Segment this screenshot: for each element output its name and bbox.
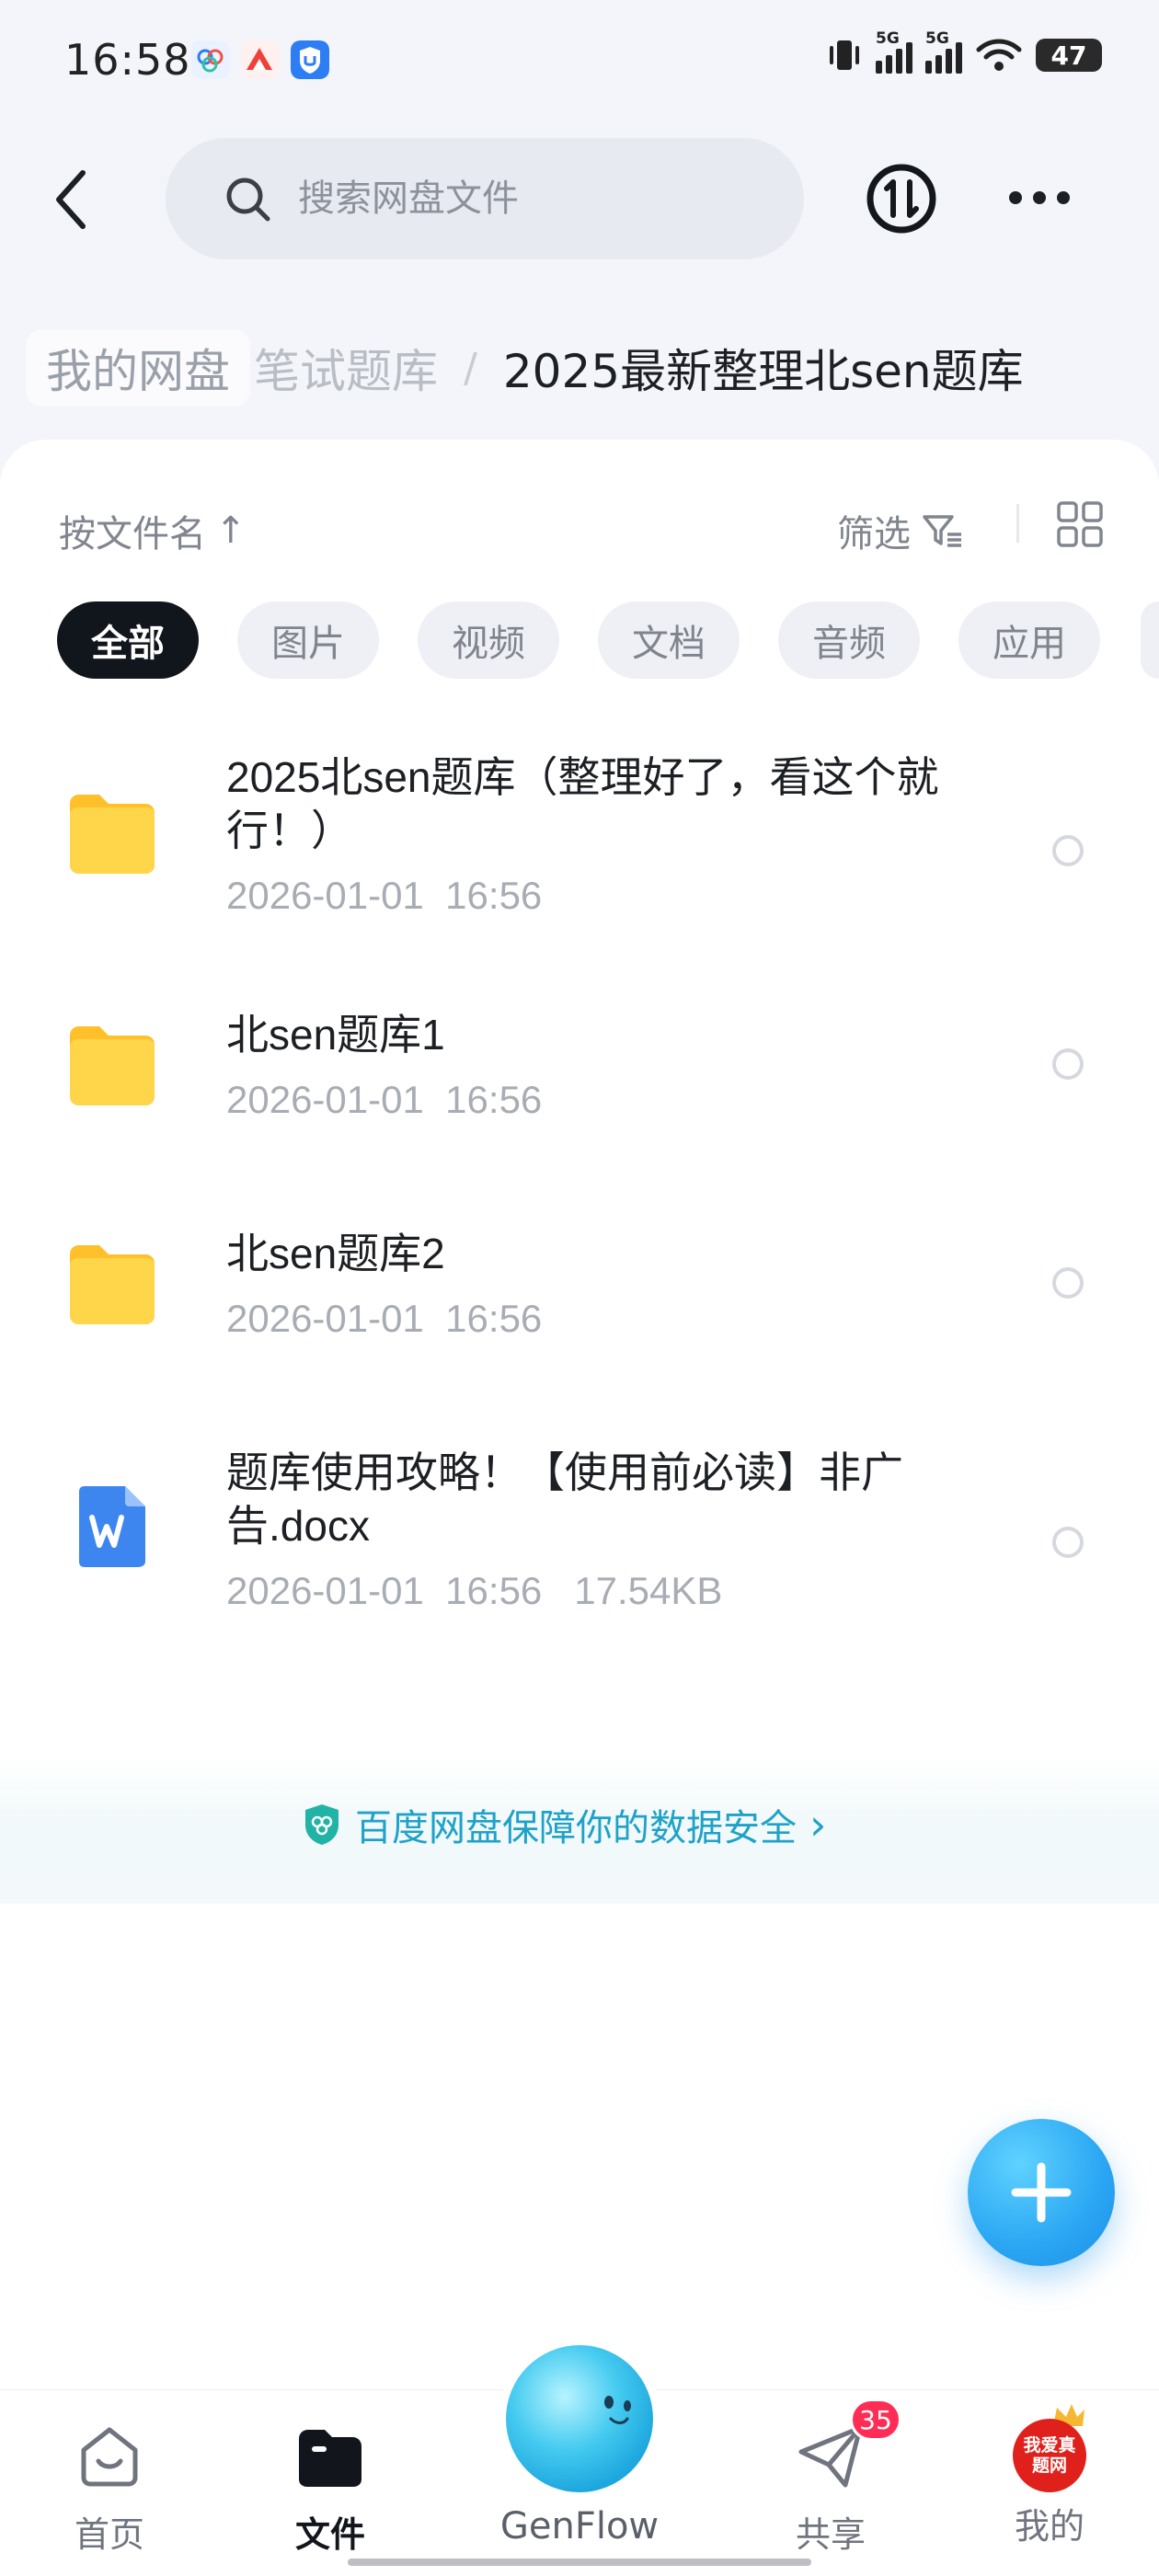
genflow-mascot-icon[interactable] <box>497 2327 662 2492</box>
nav-mine[interactable]: 我爱真题网 我的 <box>981 2404 1119 2548</box>
file-meta: 2026-01-01 16:56 <box>226 874 543 917</box>
file-folder-icon <box>299 2430 361 2487</box>
file-meta: 2026-01-01 16:56 17.54KB <box>226 1569 723 1612</box>
toolbar-divider <box>1016 504 1019 543</box>
avatar-text: 我爱真题网 <box>1013 2419 1086 2492</box>
breadcrumb-root[interactable]: 我的网盘 <box>26 329 250 406</box>
wifi-icon <box>976 39 1022 71</box>
chip-documents[interactable]: 文档 <box>598 601 740 679</box>
filter-button[interactable]: 筛选 <box>837 504 964 557</box>
select-radio[interactable] <box>1052 1048 1084 1080</box>
word-doc-icon <box>79 1486 145 1567</box>
file-name: 北sen题库2 <box>226 1230 445 1277</box>
file-name: 题库使用攻略！【使用前必读】非广告.docx <box>226 1448 903 1550</box>
filter-label: 筛选 <box>837 513 911 555</box>
folder-icon <box>70 795 155 874</box>
chip-videos[interactable]: 视频 <box>418 601 559 679</box>
shield-app-icon <box>291 40 329 79</box>
battery-indicator: 47 <box>1036 39 1102 72</box>
vibrate-icon <box>830 40 859 70</box>
folder-icon <box>70 1245 155 1324</box>
chip-all[interactable]: 全部 <box>57 601 199 679</box>
select-radio[interactable] <box>1052 1527 1084 1558</box>
breadcrumb-current: 2025最新整理北sen题库 <box>502 345 1024 398</box>
sort-by-name-button[interactable]: 按文件名 ↑ <box>59 504 247 557</box>
share-badge: 35 <box>850 2399 901 2441</box>
signal-2-icon: 5G <box>925 29 962 74</box>
nav-home-label: 首页 <box>74 2514 144 2555</box>
chip-images[interactable]: 图片 <box>237 601 379 679</box>
sort-arrow-icon: ↑ <box>215 509 247 552</box>
home-indicator[interactable] <box>348 2559 811 2566</box>
filter-icon <box>923 515 961 547</box>
security-shield-icon <box>305 1804 339 1845</box>
avatar: 我爱真题网 <box>1013 2404 1086 2492</box>
nav-files-label: 文件 <box>294 2514 365 2555</box>
nav-genflow-label[interactable]: GenFlow <box>497 2505 662 2547</box>
signal-1-icon: 5G <box>876 29 912 74</box>
chevron-right-icon: › <box>809 1800 827 1849</box>
select-radio[interactable] <box>1052 835 1084 866</box>
chip-audio[interactable]: 音频 <box>778 601 920 679</box>
security-banner-text: 百度网盘保障你的数据安全 <box>355 1807 797 1849</box>
file-row[interactable]: 题库使用攻略！【使用前必读】非广告.docx 2026-01-01 16:56 … <box>0 1431 1159 1643</box>
mountain-app-icon <box>241 40 280 79</box>
more-options-icon[interactable] <box>1003 179 1076 216</box>
chip-overflow[interactable] <box>1141 601 1159 679</box>
chip-apps[interactable]: 应用 <box>958 601 1100 679</box>
search-input[interactable] <box>296 177 741 221</box>
baidu-netdisk-icon <box>191 40 230 79</box>
status-indicators: 5G 5G 47 <box>826 29 1102 75</box>
plus-icon <box>1011 2162 1072 2223</box>
search-icon <box>226 177 270 222</box>
folder-icon <box>70 1026 155 1105</box>
select-radio[interactable] <box>1052 1267 1084 1299</box>
file-meta: 2026-01-01 16:56 <box>226 1297 543 1340</box>
breadcrumb-parent[interactable]: 笔试题库 <box>254 335 438 401</box>
file-name: 北sen题库1 <box>226 1011 445 1059</box>
nav-share-label: 共享 <box>795 2514 866 2555</box>
file-name: 2025北sen题库（整理好了，看这个就行！） <box>226 753 939 854</box>
transfer-sync-icon[interactable] <box>865 162 938 235</box>
back-arrow-icon[interactable] <box>46 167 101 232</box>
status-time: 16:58 <box>64 35 191 85</box>
breadcrumb-separator: / <box>464 344 477 392</box>
search-box[interactable] <box>166 138 804 259</box>
add-button[interactable] <box>968 2119 1115 2266</box>
file-row[interactable]: 北sen题库1 2026-01-01 16:56 <box>0 993 1159 1150</box>
sort-label: 按文件名 <box>59 513 206 555</box>
security-banner[interactable]: 百度网盘保障你的数据安全 › <box>0 1757 1159 1904</box>
file-meta: 2026-01-01 16:56 <box>226 1078 543 1121</box>
nav-mine-label: 我的 <box>1014 2506 1084 2547</box>
file-row[interactable]: 北sen题库2 2026-01-01 16:56 <box>0 1212 1159 1368</box>
breadcrumb: 我的网盘 笔试题库 / 2025最新整理北sen题库 <box>26 329 1024 406</box>
filter-chips: 全部 图片 视频 文档 音频 应用 <box>57 601 1100 679</box>
nav-home[interactable]: 首页 <box>40 2419 178 2557</box>
nav-files[interactable]: 文件 <box>261 2419 399 2557</box>
grid-view-icon[interactable] <box>1056 500 1104 548</box>
home-icon <box>81 2427 138 2487</box>
file-row[interactable]: 2025北sen题库（整理好了，看这个就行！） 2026-01-01 16:56 <box>0 736 1159 947</box>
